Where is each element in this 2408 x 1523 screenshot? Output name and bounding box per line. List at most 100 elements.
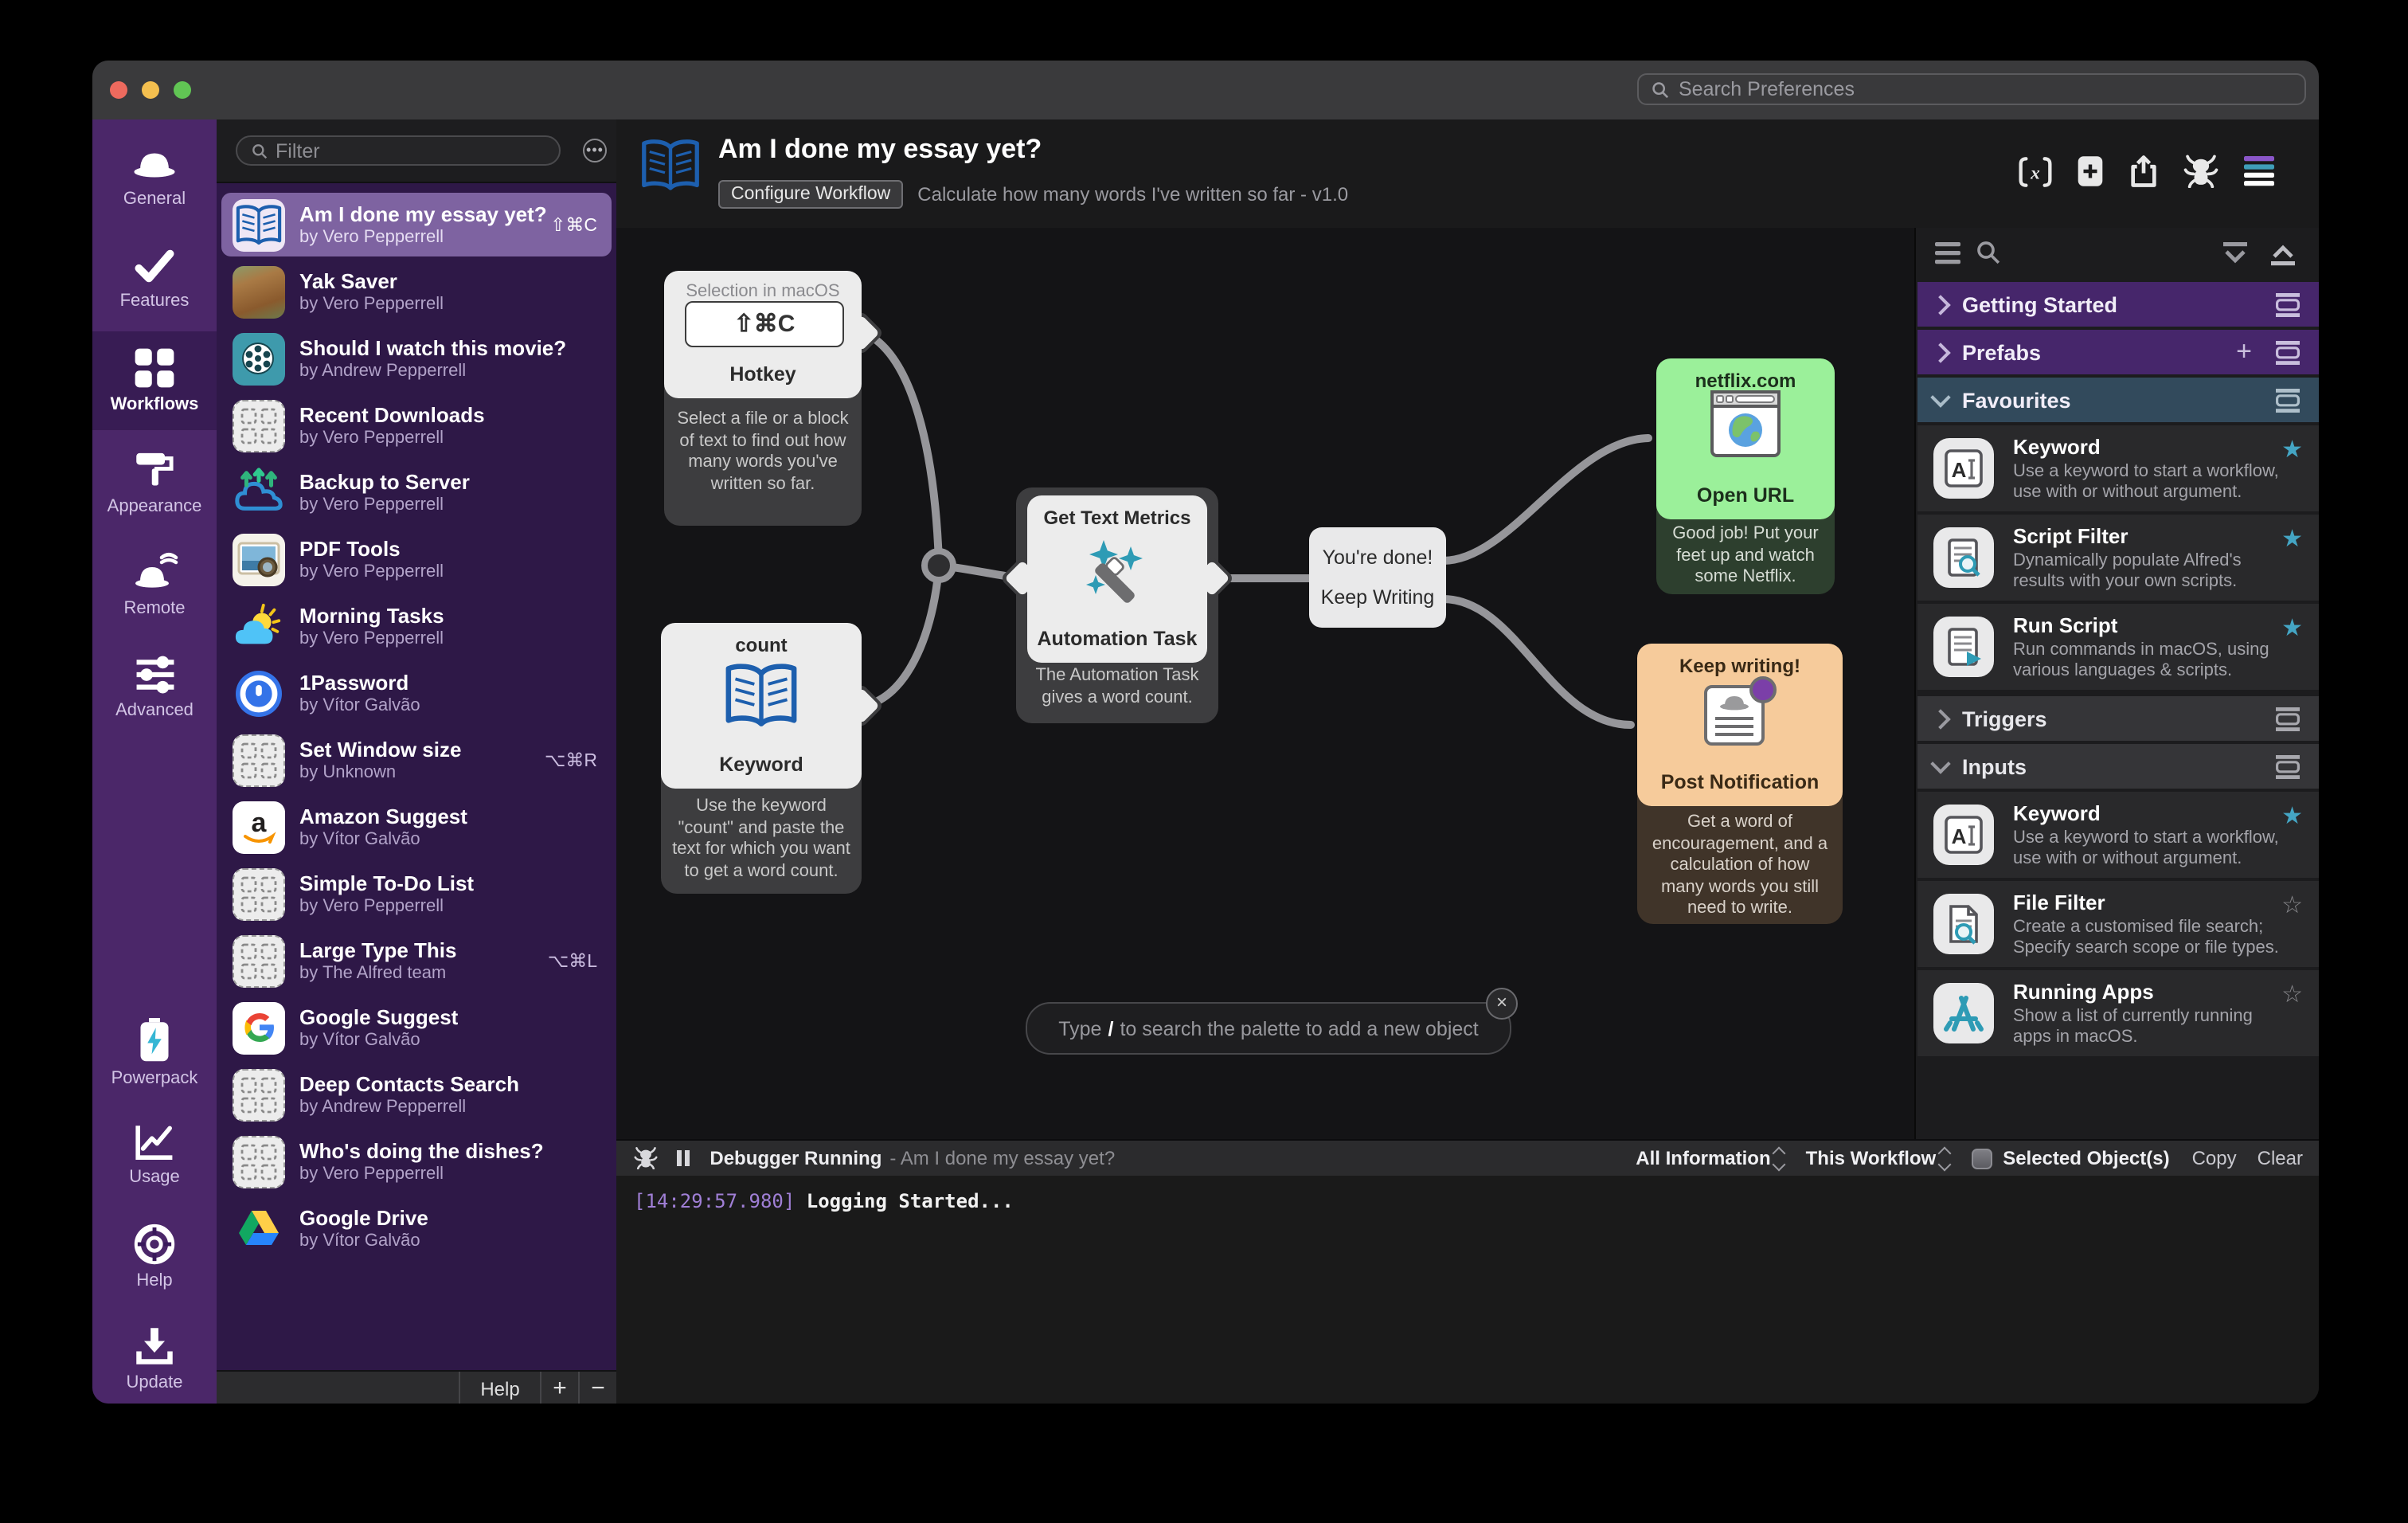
panel-display-icon[interactable]	[2273, 292, 2303, 316]
configure-workflow-button[interactable]: Configure Workflow	[718, 180, 904, 209]
automation-node[interactable]: Get Text Metrics Automation Task	[1027, 495, 1207, 663]
sidebar-item-label: Workflows	[110, 395, 199, 414]
workflow-row[interactable]: Google Drive by Vítor Galvão	[221, 1196, 612, 1260]
workflow-row[interactable]: Simple To-Do List by Vero Pepperrell	[221, 862, 612, 926]
hotkey-keycap[interactable]: ⇧⌘C	[685, 301, 844, 347]
palette-item-running-apps[interactable]: Running Apps Show a list of currently run…	[1917, 970, 2319, 1056]
workflow-row[interactable]: Backup to Server by Vero Pepperrell	[221, 460, 612, 524]
google-icon	[233, 1001, 285, 1054]
share-icon[interactable]	[2128, 155, 2160, 188]
copy-log-button[interactable]: Copy	[2192, 1147, 2237, 1169]
palette-item-file-filter[interactable]: File Filter Create a customised file sear…	[1917, 881, 2319, 967]
workflow-row[interactable]: Am I done my essay yet? by Vero Pepperrel…	[221, 193, 612, 256]
pause-debugger-button[interactable]	[677, 1150, 690, 1166]
condition-box[interactable]: You're done! Keep Writing	[1309, 527, 1446, 628]
list-options-button[interactable]: •••	[583, 139, 607, 162]
favourite-star-icon[interactable]: ★	[2281, 613, 2303, 642]
add-prefab-button[interactable]: +	[2236, 336, 2252, 368]
help-button[interactable]: Help	[459, 1372, 540, 1404]
check-icon	[135, 249, 174, 283]
add-workflow-button[interactable]: +	[540, 1372, 578, 1404]
workflow-row[interactable]: Yak Saver by Vero Pepperrell	[221, 260, 612, 323]
openurl-node[interactable]: netflix.com Open URL	[1656, 358, 1835, 519]
workflow-row[interactable]: a Amazon Suggest by Vítor Galvão	[221, 795, 612, 859]
palette-item-keyword[interactable]: A Keyword Use a keyword to start a workfl…	[1917, 425, 2319, 511]
close-window-button[interactable]	[110, 81, 127, 99]
sidebar-item-features[interactable]: Features	[92, 229, 217, 328]
hotkey-node[interactable]: Selection in macOS ⇧⌘C Hotkey	[664, 271, 862, 398]
minimize-window-button[interactable]	[142, 81, 159, 99]
variables-button[interactable]: x	[2018, 155, 2053, 187]
search-preferences-input[interactable]: Search Preferences	[1637, 73, 2306, 105]
panel-display-icon[interactable]	[2273, 388, 2303, 412]
workflow-row[interactable]: Deep Contacts Search by Andrew Pepperrell	[221, 1063, 612, 1126]
palette-toggle-icon[interactable]	[2242, 156, 2276, 186]
workflow-row[interactable]: PDF Tools by Vero Pepperrell	[221, 527, 612, 591]
sidebar-item-remote[interactable]: Remote	[92, 535, 217, 634]
connection-junction[interactable]	[921, 548, 956, 583]
dropdown-chevrons-icon[interactable]	[1937, 1145, 1951, 1171]
palette-section-inputs[interactable]: Inputs	[1917, 744, 2319, 789]
workflow-row[interactable]: Should I watch this movie? by Andrew Pepp…	[221, 327, 612, 390]
favourite-star-icon[interactable]: ☆	[2281, 980, 2303, 1008]
workflow-row[interactable]: Google Suggest by Vítor Galvão	[221, 996, 612, 1059]
filter-input[interactable]: Filter	[236, 135, 561, 166]
placeholder-icon	[233, 399, 285, 452]
panel-display-icon[interactable]	[2273, 707, 2303, 730]
log-filter-dropdown[interactable]: All Information	[1636, 1147, 1770, 1169]
palette-item-keyword[interactable]: A Keyword Use a keyword to start a workfl…	[1917, 792, 2319, 878]
debugger-bug-icon[interactable]	[634, 1147, 658, 1169]
collapse-all-icon[interactable]	[2269, 242, 2297, 266]
sidebar-item-appearance[interactable]: Appearance	[92, 433, 217, 532]
clear-log-button[interactable]: Clear	[2258, 1147, 2303, 1169]
favourite-star-icon[interactable]: ☆	[2281, 891, 2303, 919]
palette-menu-icon[interactable]	[1935, 242, 1960, 264]
log-scope-dropdown[interactable]: This Workflow	[1806, 1147, 1937, 1169]
debugger-bug-icon[interactable]	[2183, 155, 2218, 188]
palette-section-prefabs[interactable]: Prefabs +	[1917, 330, 2319, 374]
favourite-star-icon[interactable]: ★	[2281, 801, 2303, 830]
sidebar-item-workflows[interactable]: Workflows	[92, 331, 217, 430]
sidebar-item-usage[interactable]: Usage	[92, 1106, 217, 1204]
dropdown-chevrons-icon[interactable]	[1772, 1145, 1786, 1171]
selected-objects-checkbox[interactable]	[1971, 1148, 1992, 1169]
keyword-node[interactable]: count Keyword	[661, 623, 862, 789]
favourite-star-icon[interactable]: ★	[2281, 435, 2303, 464]
battery-bolt-icon	[140, 1018, 169, 1062]
sidebar-item-advanced[interactable]: Advanced	[92, 637, 217, 736]
palette-section-favourites[interactable]: Favourites	[1917, 378, 2319, 422]
add-object-button[interactable]	[2077, 155, 2104, 188]
panel-display-icon[interactable]	[2273, 754, 2303, 778]
palette-search-icon[interactable]	[1976, 241, 2000, 264]
palette-search-pill[interactable]: Type / to search the palette to add a ne…	[1026, 1002, 1511, 1055]
workflow-row[interactable]: Who's doing the dishes? by Vero Pepperrel…	[221, 1130, 612, 1193]
palette-section-triggers[interactable]: Triggers	[1917, 696, 2319, 741]
life-ring-icon	[134, 1223, 175, 1265]
notification-label: Post Notification	[1660, 771, 1820, 793]
notification-note: Get a word of encouragement, and a calcu…	[1652, 812, 1828, 918]
condition-branch-done[interactable]: You're done!	[1309, 546, 1446, 569]
svg-text:x: x	[2030, 162, 2040, 182]
palette-section-getting-started[interactable]: Getting Started	[1917, 282, 2319, 327]
palette-item-run-script[interactable]: Run Script Run commands in macOS, using v…	[1917, 604, 2319, 690]
sidebar-item-update[interactable]: Update	[92, 1310, 217, 1404]
palette-item-script-filter[interactable]: Script Filter Dynamically populate Alfred…	[1917, 515, 2319, 601]
notification-node[interactable]: Keep writing! Post Notification	[1637, 644, 1843, 806]
debugger-log[interactable]: [14:29:57.980] Logging Started...	[616, 1176, 2319, 1404]
favourite-star-icon[interactable]: ★	[2281, 524, 2303, 553]
close-pill-button[interactable]: ×	[1486, 988, 1518, 1020]
sidebar-item-general[interactable]: General	[92, 127, 217, 226]
zoom-window-button[interactable]	[174, 81, 191, 99]
sidebar-item-help[interactable]: Help	[92, 1208, 217, 1306]
remove-workflow-button[interactable]: −	[578, 1372, 616, 1404]
debugger-status: Debugger Running	[710, 1147, 882, 1169]
workflow-row[interactable]: Recent Downloads by Vero Pepperrell	[221, 393, 612, 457]
expand-all-icon[interactable]	[2222, 242, 2249, 266]
workflow-row[interactable]: 1Password by Vítor Galvão	[221, 661, 612, 725]
workflow-row[interactable]: Large Type This by The Alfred team ⌥⌘L	[221, 929, 612, 992]
sidebar-item-powerpack[interactable]: Powerpack	[92, 1004, 217, 1102]
panel-display-icon[interactable]	[2273, 340, 2303, 364]
workflow-row[interactable]: Morning Tasks by Vero Pepperrell	[221, 594, 612, 658]
workflow-row[interactable]: Set Window size by Unknown ⌥⌘R	[221, 728, 612, 792]
condition-branch-keep-writing[interactable]: Keep Writing	[1309, 586, 1446, 609]
